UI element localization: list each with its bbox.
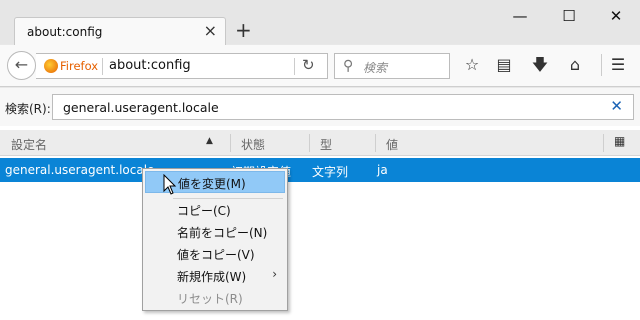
url-divider (102, 58, 103, 75)
search-bar[interactable]: ⚲ 検索 (334, 53, 450, 79)
menu-item-label: 名前をコピー(N) (177, 226, 268, 240)
search-placeholder: 検索 (363, 61, 388, 75)
menu-item-copy-value[interactable]: 値をコピー(V) (145, 243, 285, 265)
mouse-cursor-icon (163, 174, 177, 195)
new-tab-button[interactable]: + (235, 19, 252, 41)
about-config-page: 検索(R): general.useragent.locale ✕ 設定名 ▲ … (0, 88, 640, 320)
maximize-button[interactable]: ☐ (557, 6, 581, 26)
toolbar-divider (601, 54, 602, 76)
column-header-type[interactable]: 型 (320, 136, 332, 153)
menu-item-label: リセット(R) (177, 292, 243, 306)
filter-input[interactable]: general.useragent.locale ✕ (52, 94, 634, 120)
url-divider-2 (294, 58, 295, 75)
menu-item-label: コピー(C) (177, 204, 231, 218)
identity-label[interactable]: Firefox (60, 59, 98, 73)
library-icon[interactable]: ▤ (493, 54, 515, 76)
column-header-row: 設定名 ▲ 状態 型 値 ▦ (0, 130, 640, 156)
title-bar: about:config × + — ☐ ✕ (0, 0, 640, 46)
tab-title: about:config (27, 25, 103, 39)
column-header-status[interactable]: 状態 (241, 136, 265, 153)
minimize-button[interactable]: — (508, 6, 532, 26)
column-header-value[interactable]: 値 (386, 136, 398, 153)
filter-row: 検索(R): general.useragent.locale ✕ (0, 88, 640, 126)
back-button[interactable]: ← (7, 51, 36, 80)
home-icon[interactable]: ⌂ (564, 54, 586, 76)
menu-item-label: 値を変更(M) (178, 177, 246, 191)
row-value: ja (377, 163, 388, 177)
column-divider[interactable] (309, 134, 310, 152)
column-picker-icon[interactable]: ▦ (614, 134, 625, 148)
row-type: 文字列 (312, 165, 349, 179)
firefox-logo-icon (44, 59, 58, 73)
reload-icon[interactable]: ↻ (302, 56, 315, 74)
column-divider[interactable] (375, 134, 376, 152)
table-row[interactable]: general.useragent.locale 初期設定値 文字列 ja (0, 158, 640, 182)
menu-icon[interactable]: ☰ (607, 54, 629, 76)
back-arrow-icon: ← (14, 55, 29, 74)
submenu-arrow-icon: › (272, 267, 277, 281)
sort-ascending-icon: ▲ (206, 136, 213, 146)
menu-item-reset: リセット(R) (145, 287, 285, 309)
tab-close-icon[interactable]: × (204, 22, 217, 40)
filter-label: 検索(R): (5, 102, 51, 116)
close-window-button[interactable]: ✕ (604, 6, 628, 26)
bookmark-star-icon[interactable]: ☆ (461, 54, 483, 76)
menu-item-new[interactable]: 新規作成(W) › (145, 265, 285, 287)
row-name: general.useragent.locale (5, 163, 155, 177)
tab-about-config[interactable]: about:config × (14, 17, 226, 46)
menu-item-label: 新規作成(W) (177, 270, 247, 284)
menu-item-label: 値をコピー(V) (177, 248, 255, 262)
url-text[interactable]: about:config (109, 58, 191, 73)
nav-bar: ← Firefox about:config ↻ ⚲ 検索 ☆ ▤ 🡇 ⌂ ☰ (0, 45, 640, 87)
download-icon[interactable]: 🡇 (529, 54, 551, 76)
column-header-name[interactable]: 設定名 (11, 136, 47, 153)
column-divider[interactable] (603, 134, 604, 152)
search-icon: ⚲ (343, 58, 354, 74)
menu-item-copy[interactable]: コピー(C) (145, 199, 285, 221)
url-bar[interactable]: Firefox about:config ↻ (36, 53, 328, 79)
filter-value: general.useragent.locale (63, 100, 219, 115)
clear-icon[interactable]: ✕ (610, 97, 623, 115)
menu-item-copy-name[interactable]: 名前をコピー(N) (145, 221, 285, 243)
column-divider[interactable] (230, 134, 231, 152)
